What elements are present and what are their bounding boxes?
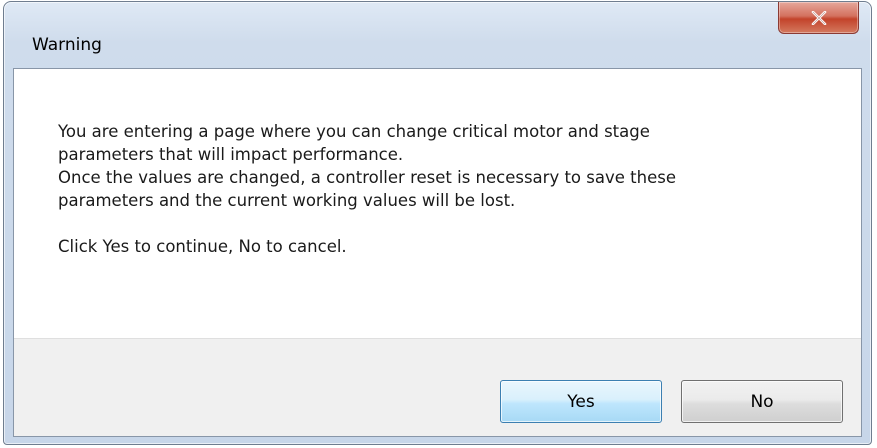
close-button[interactable] bbox=[778, 2, 859, 34]
dialog-content: You are entering a page where you can ch… bbox=[13, 68, 862, 437]
warning-dialog: Warning You are entering a page where yo… bbox=[3, 1, 872, 445]
message-line: You are entering a page where you can ch… bbox=[58, 122, 650, 141]
yes-button[interactable]: Yes bbox=[500, 380, 662, 423]
message-line: Once the values are changed, a controlle… bbox=[58, 168, 676, 187]
warning-message: You are entering a page where you can ch… bbox=[58, 120, 818, 258]
close-icon bbox=[811, 10, 826, 25]
button-bar: Yes No bbox=[14, 338, 861, 436]
dialog-title: Warning bbox=[32, 35, 102, 55]
message-line: parameters that will impact performance. bbox=[58, 145, 404, 164]
message-line: parameters and the current working value… bbox=[58, 191, 516, 210]
message-prompt: Click Yes to continue, No to cancel. bbox=[58, 237, 347, 256]
no-button[interactable]: No bbox=[681, 380, 843, 423]
title-bar[interactable]: Warning bbox=[4, 2, 871, 68]
